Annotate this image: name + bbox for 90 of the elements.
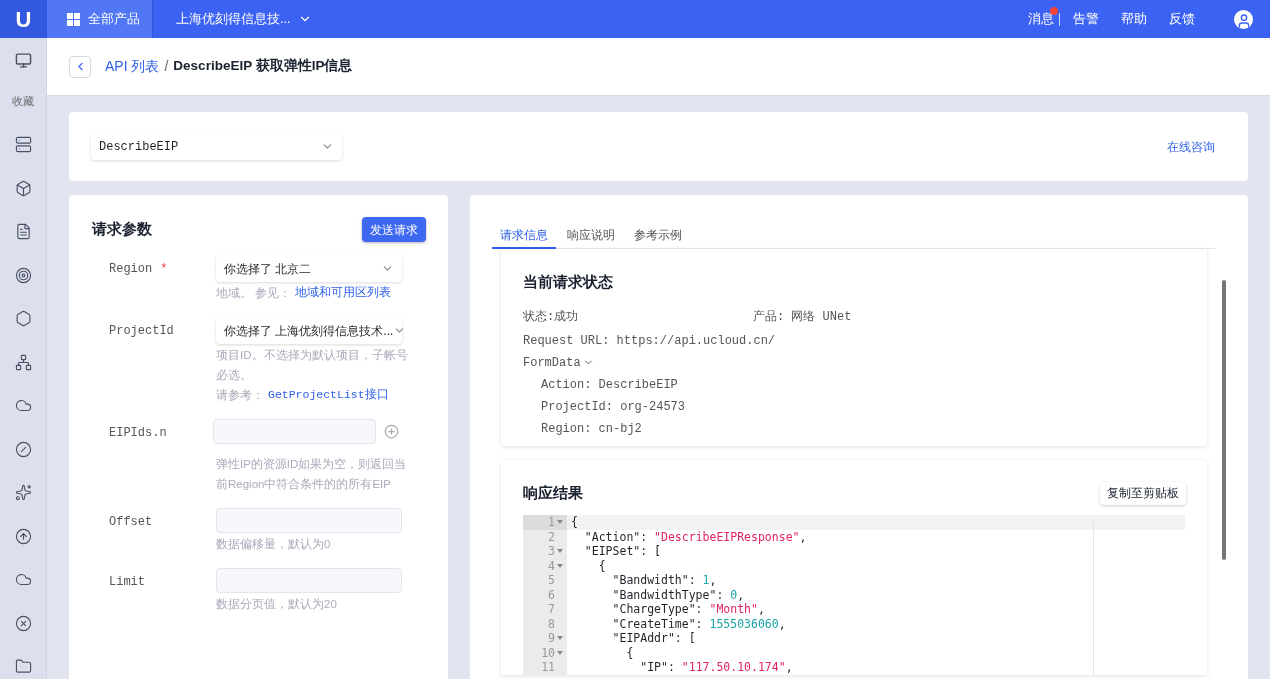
form-data-entry: ProjectId: org-24573 xyxy=(540,398,687,416)
code-line: "Action": "DescribeEIPResponse", xyxy=(583,529,807,544)
circle-x-icon[interactable] xyxy=(14,614,32,632)
fold-icon[interactable] xyxy=(557,549,563,554)
cloud-icon[interactable] xyxy=(14,571,32,588)
breadcrumb-link[interactable]: API 列表 xyxy=(105,56,160,77)
line-number: 7 xyxy=(548,602,555,617)
org-dropdown[interactable]: 上海优刻得信息技... xyxy=(176,9,313,29)
help-text: 项目ID。不选择为默认项目，子帐号必选。 xyxy=(216,348,409,383)
code-line: { xyxy=(570,515,578,530)
code-line: { xyxy=(625,645,634,660)
product-text: 产品: 网络 UNet xyxy=(753,308,852,326)
grid-icon xyxy=(67,12,80,26)
nav-link[interactable]: 帮助 xyxy=(1121,9,1147,29)
required-mark: * xyxy=(160,261,168,278)
input-field[interactable] xyxy=(216,568,402,593)
select-field[interactable]: 你选择了 北京二 xyxy=(216,255,402,282)
line-number: 4 xyxy=(548,558,555,573)
line-number: 1 xyxy=(548,515,555,530)
help-text: 请参考： xyxy=(216,388,264,403)
code-line: "IP": "117.50.10.174", xyxy=(639,660,793,675)
target-icon[interactable] xyxy=(14,266,32,284)
sparkle-icon[interactable] xyxy=(14,484,32,501)
cube-icon[interactable] xyxy=(14,179,32,197)
server-icon[interactable] xyxy=(14,136,32,153)
code-line: "Bandwidth": 1, xyxy=(611,573,717,588)
section-title: 请求参数 xyxy=(92,219,152,240)
help-link[interactable]: 地域和可用区列表 xyxy=(295,283,392,303)
help-text: 数据分页值，默认为20 xyxy=(216,597,337,612)
logo[interactable]: U xyxy=(0,0,47,38)
hexagon-icon[interactable] xyxy=(14,310,32,327)
line-number: 9 xyxy=(548,631,555,646)
monitor-icon[interactable] xyxy=(14,52,32,69)
line-number: 6 xyxy=(548,587,555,602)
field-label: Region xyxy=(109,261,153,278)
field-label: Limit xyxy=(109,574,145,591)
api-select[interactable]: DescribeEIP xyxy=(91,133,342,160)
favorites-label[interactable]: 收藏 xyxy=(12,93,34,110)
code-line: "CreateTime": 1555036060, xyxy=(611,616,786,631)
send-request-button[interactable]: 发送请求 xyxy=(362,217,426,242)
code-line: "EIPSet": [ xyxy=(583,544,661,559)
breadcrumb-separator: / xyxy=(164,57,169,76)
tab[interactable]: 响应说明 xyxy=(559,222,623,249)
consult-link[interactable]: 在线咨询 xyxy=(1167,137,1215,156)
circle-icon[interactable] xyxy=(14,440,32,458)
help-text: 地域。 参见： xyxy=(216,286,292,301)
panel-title: 当前请求状态 xyxy=(523,272,614,292)
fold-icon[interactable] xyxy=(557,650,563,655)
line-number: 8 xyxy=(548,616,555,631)
field-label: Offset xyxy=(109,514,153,531)
folder-icon[interactable] xyxy=(14,658,32,675)
fold-icon[interactable] xyxy=(557,563,563,568)
nav-link[interactable]: 消息 xyxy=(1028,9,1054,29)
code-line: { xyxy=(597,558,606,573)
fold-icon[interactable] xyxy=(557,636,563,641)
nav-link[interactable]: 告警 xyxy=(1073,9,1099,29)
form-data-toggle[interactable]: FormData xyxy=(523,353,594,372)
document-icon[interactable] xyxy=(14,223,32,240)
cloud-icon[interactable] xyxy=(14,397,32,414)
nav-link[interactable]: 反馈 xyxy=(1169,9,1195,29)
back-button[interactable] xyxy=(69,55,91,78)
tab[interactable]: 请求信息 xyxy=(492,222,556,249)
line-number: 2 xyxy=(548,529,555,544)
status-text: 状态:成功 xyxy=(523,308,580,326)
help-text: 数据偏移量，默认为0 xyxy=(216,537,331,552)
copy-button[interactable]: 复制至剪贴板 xyxy=(1100,482,1186,505)
input-field[interactable] xyxy=(216,508,402,533)
select-field[interactable]: 你选择了 上海优刻得信息技术... xyxy=(216,317,402,344)
field-label: ProjectId xyxy=(109,323,174,340)
code-line: "BandwidthType": 0, xyxy=(611,587,745,602)
field-label: EIPIds.n xyxy=(109,425,167,442)
code-line: "EIPAddr": [ xyxy=(611,631,696,646)
form-data-entry: Action: DescribeEIP xyxy=(540,376,679,394)
line-number: 10 xyxy=(541,645,555,660)
form-data-entry: Region: cn-bj2 xyxy=(540,420,643,438)
tab[interactable]: 参考示例 xyxy=(626,222,690,249)
page-title: DescribeEIP 获取弹性IP信息 xyxy=(173,57,353,76)
all-products-button[interactable]: 全部产品 xyxy=(47,0,153,38)
line-number: 5 xyxy=(548,573,555,588)
help-text: 弹性IP的资源ID如果为空，则返回当前Region中符合条件的的所有EIP xyxy=(216,457,408,492)
fold-icon[interactable] xyxy=(557,520,563,525)
input-field[interactable] xyxy=(213,419,376,444)
request-url: Request URL: https://api.ucloud.cn/ xyxy=(523,332,777,350)
help-link[interactable]: GetProjectList接口 xyxy=(268,385,389,405)
network-icon[interactable] xyxy=(14,353,32,371)
code-line: "ChargeType": "Month", xyxy=(611,602,765,617)
avatar[interactable] xyxy=(1234,9,1253,29)
line-number: 3 xyxy=(548,544,555,559)
line-number: 11 xyxy=(541,660,555,675)
panel-title: 响应结果 xyxy=(523,483,583,504)
